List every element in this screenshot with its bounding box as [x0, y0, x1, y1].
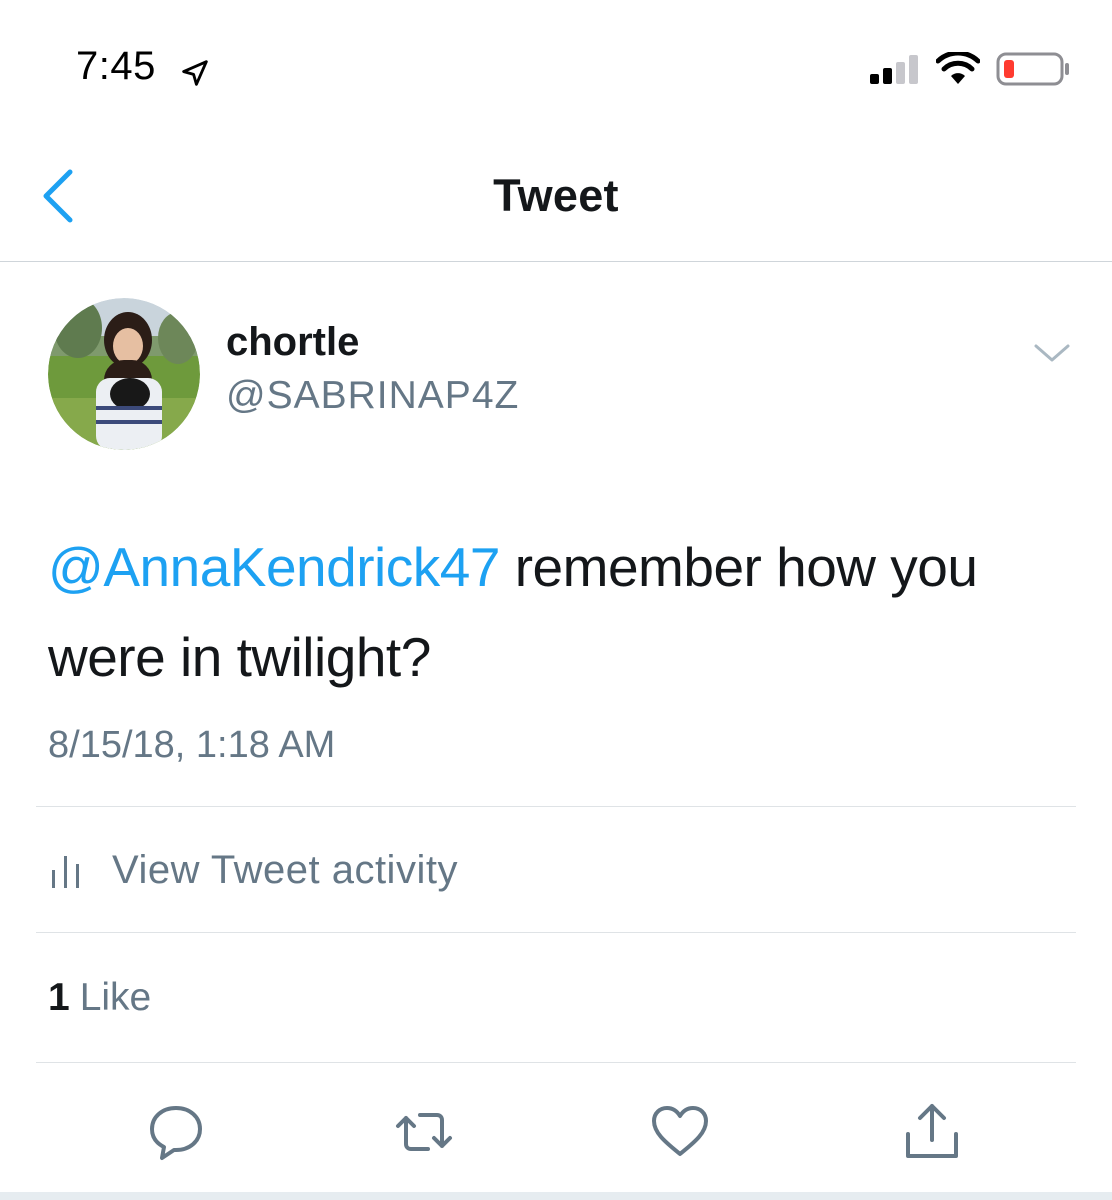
like-label: Like	[79, 976, 152, 1019]
tweet-text: @AnnaKendrick47 remember how you were in…	[48, 522, 1068, 702]
wifi-icon	[936, 52, 980, 84]
screen: 7:45 Tweet chortle @SABRINAP4Z @AnnaKend…	[0, 0, 1112, 1200]
view-activity-button[interactable]: View Tweet activity	[48, 840, 458, 900]
cellular-signal-icon	[870, 55, 918, 84]
avatar[interactable]	[48, 298, 200, 450]
mention-link[interactable]: @AnnaKendrick47	[48, 536, 500, 598]
divider	[36, 806, 1076, 807]
share-icon[interactable]	[900, 1100, 964, 1164]
page-title: Tweet	[493, 170, 619, 221]
location-arrow-icon	[182, 60, 208, 86]
divider	[36, 1062, 1076, 1063]
reply-icon[interactable]	[144, 1100, 208, 1164]
like-heart-icon[interactable]	[648, 1100, 712, 1164]
caret-down-icon[interactable]	[1030, 336, 1074, 370]
status-time: 7:45	[76, 44, 156, 88]
divider	[36, 932, 1076, 933]
status-bar: 7:45	[0, 0, 1112, 130]
display-name[interactable]: chortle	[226, 320, 359, 365]
battery-icon	[996, 52, 1069, 86]
likes-summary[interactable]: 1 Like	[48, 976, 151, 1020]
user-handle[interactable]: @SABRINAP4Z	[226, 374, 519, 418]
retweet-icon[interactable]	[392, 1100, 456, 1164]
nav-bar: Tweet	[0, 130, 1112, 262]
like-count: 1	[48, 976, 70, 1019]
bar-chart-icon	[52, 856, 79, 888]
bottom-edge	[0, 1192, 1112, 1200]
tweet-timestamp: 8/15/18, 1:18 AM	[48, 724, 336, 766]
view-activity-label: View Tweet activity	[112, 847, 458, 892]
